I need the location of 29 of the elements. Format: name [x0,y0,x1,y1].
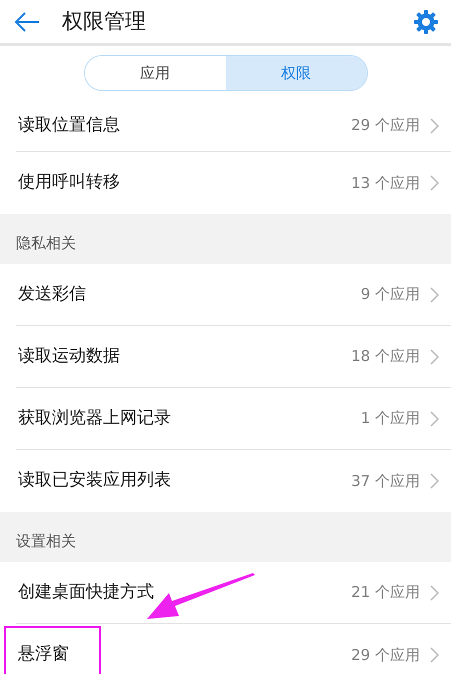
app-count: 29 个应用 [351,644,420,666]
chevron-icon[interactable] [430,286,439,302]
permission-name[interactable]: 获取浏览器上网记录 [16,402,173,436]
chevron-icon[interactable] [430,473,439,489]
app-count: 29 个应用 [351,115,420,136]
chevron-icon[interactable] [430,348,439,364]
permission-name[interactable]: 读取位置信息 [16,108,122,142]
app-count: 18 个应用 [351,346,420,368]
permission-name[interactable]: 悬浮窗 [6,628,99,674]
back-icon[interactable] [14,10,40,32]
permission-name[interactable]: 读取已安装应用列表 [16,464,173,498]
permission-name[interactable]: 发送彩信 [16,278,88,312]
page-title: 权限管理 [62,8,146,35]
app-count: 1 个应用 [360,408,420,430]
chevron-icon[interactable] [430,647,439,663]
section-header: 隐私相关 [0,214,451,264]
chevron-icon[interactable] [430,175,439,191]
chevron-icon[interactable] [430,410,439,426]
chevron-icon[interactable] [430,584,439,600]
settings-icon[interactable] [413,8,439,34]
permission-name[interactable]: 读取运动数据 [16,340,122,374]
section-header: 设置相关 [0,512,451,562]
permission-name[interactable]: 创建桌面快捷方式 [16,576,156,610]
app-count: 13 个应用 [351,172,420,194]
permission-name[interactable]: 使用呼叫转移 [16,166,122,200]
app-count: 9 个应用 [360,284,420,306]
chevron-icon[interactable] [430,118,439,134]
app-count: 37 个应用 [351,470,420,492]
app-count: 21 个应用 [351,582,420,604]
